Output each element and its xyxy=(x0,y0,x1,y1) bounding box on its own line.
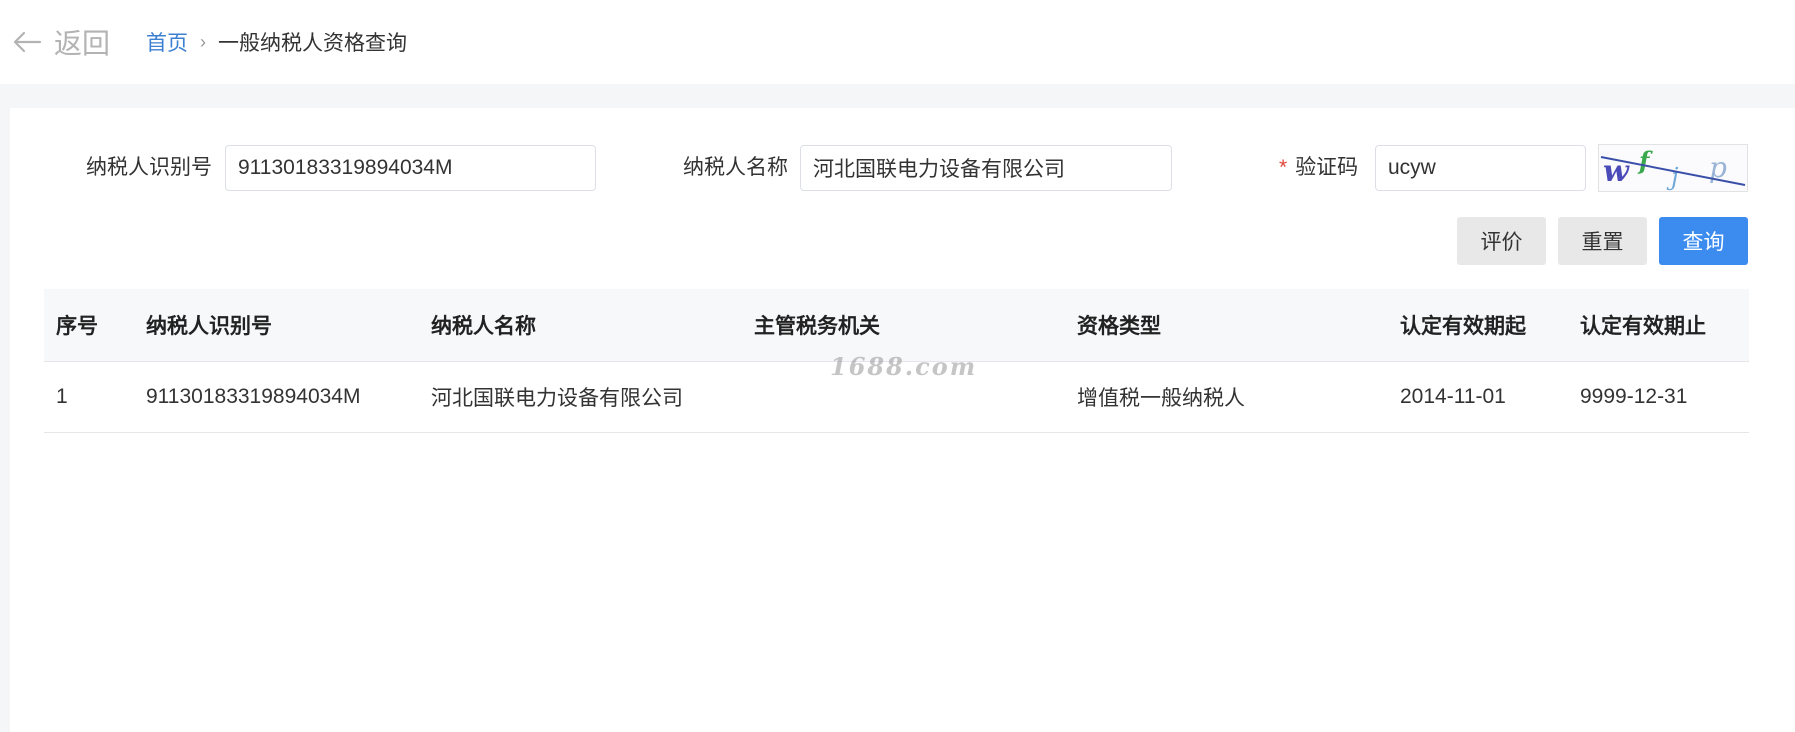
captcha-char-2: f xyxy=(1637,146,1653,175)
column-header-index: 序号 xyxy=(56,315,98,338)
column-header-valid-to: 认定有效期止 xyxy=(1580,315,1706,338)
captcha-image[interactable]: w f j p xyxy=(1598,144,1748,192)
cell-valid-to: 9999-12-31 xyxy=(1580,385,1688,408)
breadcrumb-home-link[interactable]: 首页 xyxy=(146,27,188,57)
cell-index: 1 xyxy=(56,385,68,408)
cell-taxpayer-id: 91130183319894034M xyxy=(146,385,361,408)
column-header-taxpayer-id: 纳税人识别号 xyxy=(146,315,272,338)
cell-valid-from: 2014-11-01 xyxy=(1400,385,1506,408)
query-card: 纳税人识别号 纳税人名称 * 验证码 w f j p 评价 重置 查询 序号 纳税… xyxy=(10,108,1795,732)
watermark: 1688.com xyxy=(830,352,978,381)
cell-qualification-type: 增值税一般纳税人 xyxy=(1077,387,1245,410)
column-header-qualification-type: 资格类型 xyxy=(1077,315,1161,338)
breadcrumb-separator: › xyxy=(200,31,207,52)
taxpayer-id-input[interactable] xyxy=(225,145,596,191)
cell-taxpayer-name: 河北国联电力设备有限公司 xyxy=(431,387,683,410)
reset-button[interactable]: 重置 xyxy=(1558,217,1647,265)
taxpayer-name-label: 纳税人名称 xyxy=(683,156,788,179)
breadcrumb-current: 一般纳税人资格查询 xyxy=(218,32,408,55)
column-header-valid-from: 认定有效期起 xyxy=(1400,315,1526,338)
taxpayer-name-input[interactable] xyxy=(800,145,1172,191)
back-button[interactable]: 返回 xyxy=(12,22,110,62)
captcha-graphic: w f j p xyxy=(1600,146,1746,191)
captcha-char-3: j xyxy=(1666,163,1679,191)
captcha-label-group: * 验证码 xyxy=(1279,145,1358,191)
captcha-label: 验证码 xyxy=(1295,156,1359,179)
breadcrumb: 首页 › 一般纳税人资格查询 xyxy=(146,27,407,57)
column-header-taxpayer-name: 纳税人名称 xyxy=(431,315,536,338)
required-mark: * xyxy=(1279,156,1288,179)
query-button[interactable]: 查询 xyxy=(1659,217,1748,265)
taxpayer-id-label: 纳税人识别号 xyxy=(86,156,212,179)
evaluate-button[interactable]: 评价 xyxy=(1457,217,1546,265)
back-label: 返回 xyxy=(54,28,111,59)
captcha-input[interactable] xyxy=(1375,145,1586,191)
arrow-left-icon xyxy=(13,31,42,53)
column-header-tax-authority: 主管税务机关 xyxy=(754,315,880,338)
top-bar: 返回 首页 › 一般纳税人资格查询 xyxy=(0,0,1795,84)
